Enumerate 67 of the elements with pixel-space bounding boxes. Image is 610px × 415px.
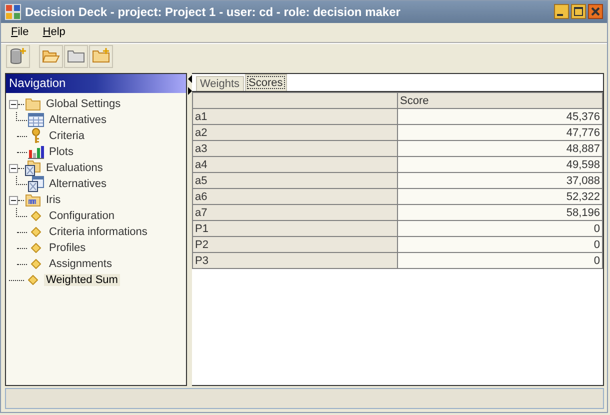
row-header: a7 — [192, 204, 398, 221]
tree-item[interactable]: Global Settings — [44, 98, 123, 110]
row-header: P2 — [192, 236, 398, 253]
row-header: a2 — [192, 124, 398, 141]
diamond-icon — [28, 275, 38, 286]
key-icon — [30, 128, 42, 144]
collapse-arrows-icon[interactable] — [188, 75, 192, 96]
collapse-icon[interactable] — [9, 100, 18, 109]
tree-item[interactable]: Evaluations — [44, 162, 105, 174]
minimize-icon[interactable] — [554, 4, 569, 20]
row-header: P3 — [192, 252, 398, 269]
table-cell: 52,322 — [398, 188, 602, 205]
table-icon — [28, 113, 44, 128]
row-header: a6 — [192, 188, 398, 205]
app-logo-icon — [5, 4, 21, 20]
diamond-icon — [31, 227, 41, 238]
column-header: Score — [398, 92, 602, 109]
table-icon — [28, 176, 44, 192]
row-header: P1 — [192, 220, 398, 237]
tree-item[interactable]: Iris — [44, 194, 63, 206]
open-folder-icon — [42, 48, 60, 64]
tab[interactable]: Weights — [196, 76, 244, 92]
row-header: a5 — [192, 172, 398, 189]
folder-icon — [25, 97, 41, 112]
close-icon[interactable] — [588, 4, 603, 20]
diamond-icon — [31, 243, 41, 254]
diamond-icon — [31, 211, 41, 222]
folder-button[interactable] — [64, 44, 88, 68]
folder-icon — [25, 193, 41, 208]
tree-item[interactable]: Configuration — [47, 210, 116, 222]
tree-item[interactable]: Alternatives — [47, 114, 108, 126]
bar-chart-icon — [28, 145, 44, 160]
tree-item[interactable]: Profiles — [47, 242, 88, 254]
tree-item[interactable]: Criteria — [47, 130, 86, 142]
row-header: a3 — [192, 140, 398, 157]
diamond-icon — [31, 259, 41, 270]
new-database-button[interactable] — [6, 44, 30, 68]
window-title: Decision Deck - project: Project 1 - user: cd - role: decision maker — [25, 4, 402, 19]
collapse-icon[interactable] — [9, 196, 18, 205]
menu-item[interactable]: File — [5, 25, 35, 40]
table-cell: 0 — [398, 252, 602, 269]
table-cell: 47,776 — [398, 124, 602, 141]
maximize-icon[interactable] — [571, 4, 586, 20]
table-cell: 45,376 — [398, 108, 602, 125]
row-header: a1 — [192, 108, 398, 125]
table-cell: 49,598 — [398, 156, 602, 173]
tree-item[interactable]: Weighted Sum — [44, 274, 120, 286]
tab[interactable]: Scores — [244, 74, 287, 92]
table-cell: 37,088 — [398, 172, 602, 189]
collapse-icon[interactable] — [9, 164, 18, 173]
open-folder-button[interactable] — [39, 44, 63, 68]
table-cell: 48,887 — [398, 140, 602, 157]
menu-item[interactable]: Help — [36, 25, 72, 40]
new-database-icon — [10, 47, 26, 66]
table-cell: 0 — [398, 220, 602, 237]
table-cell: 58,196 — [398, 204, 602, 221]
tree-item[interactable]: Criteria informations — [47, 226, 150, 238]
table-cell: 0 — [398, 236, 602, 253]
new-folder-icon — [92, 48, 110, 64]
new-folder-button[interactable] — [89, 44, 113, 68]
folder-icon — [67, 48, 85, 64]
row-header: a4 — [192, 156, 398, 173]
navigation-header: Navigation — [6, 74, 186, 94]
tree-item[interactable]: Alternatives — [47, 178, 108, 190]
tree-item[interactable]: Plots — [47, 146, 76, 158]
folder-icon — [25, 160, 41, 176]
tree-item[interactable]: Assignments — [47, 258, 114, 270]
